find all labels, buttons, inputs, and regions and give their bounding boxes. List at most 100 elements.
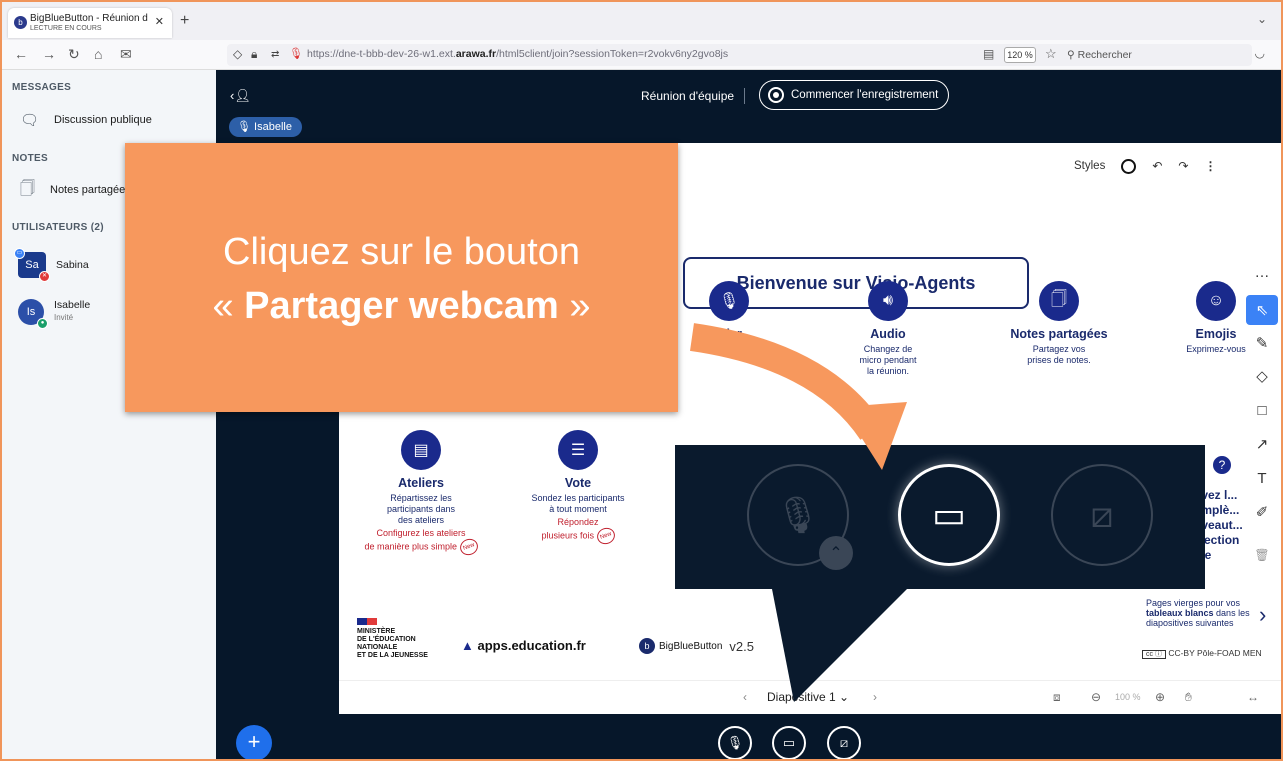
share-screen-button[interactable]: ⧄ [827, 726, 861, 759]
messages-header: MESSAGES [12, 82, 72, 93]
feature-shared-notes: 🗍︎ Notes partagées Partagez vos prises d… [989, 281, 1129, 366]
callout-line-2: « Partager webcam » [212, 285, 591, 327]
avatar: Is ● [18, 299, 48, 329]
lock-icon[interactable]: 🔒︎ [251, 47, 257, 62]
poll-icon: ☰ [558, 430, 598, 470]
pan-hand-icon[interactable]: ✋︎ [1185, 690, 1192, 705]
notes-icon: 🗍︎ [20, 179, 35, 197]
browser-nav-bar: ← → ↻ ⌂ ✉ ◇ 🔒︎ ⇄ 🎙︎ https://dne-t-bbb-de… [2, 40, 1281, 70]
back-icon[interactable]: ← [14, 46, 28, 62]
slide-navigation: ‹ Diapositive 1 ⌄ › ⧈ ⊖ 100 % ⊕ ✋︎ ↔ [339, 680, 1281, 714]
mic-icon: ● [37, 318, 48, 329]
blank-pages-note: Pages vierges pour vos tableaux blancs d… [1146, 598, 1250, 628]
url-text: https://dne-t-bbb-dev-26-w1.ext.arawa.fr… [307, 48, 729, 60]
bookmark-star-icon[interactable]: ☆ [1045, 46, 1057, 62]
microphone-icon[interactable]: 🎙︎ [289, 47, 303, 60]
callout-line-1: Cliquez sur le bouton [223, 231, 580, 273]
trash-icon[interactable]: 🗑︎ [1246, 540, 1278, 570]
divider [744, 88, 745, 104]
select-tool-icon[interactable]: ⇖ [1246, 295, 1278, 325]
share-webcam-button[interactable]: ▭ [772, 726, 806, 759]
zoomed-controls-illustration: 🎙︎ ⌃ ▭ ⧄ ? [675, 445, 1233, 589]
mail-icon[interactable]: ✉ [120, 46, 132, 63]
talking-indicator: 🎙︎ Isabelle [229, 117, 302, 137]
user-item[interactable]: Sa ▭ ✕ Sabina [14, 248, 89, 282]
user-item[interactable]: Is ● Isabelle Invité [18, 299, 90, 329]
slide-selector[interactable]: Diapositive 1 ⌄ [767, 690, 849, 704]
mic-icon: 🎙︎ [709, 281, 749, 321]
mic-off-icon: 🎙︎ [726, 735, 744, 750]
permissions-icon[interactable]: ⇄ [271, 49, 279, 60]
muted-mic-icon: ✕ [39, 271, 50, 282]
actions-plus-button[interactable]: + [236, 725, 272, 759]
ministry-logo: MINISTÈRE DE L'ÉDUCATION NATIONALE ET DE… [357, 618, 428, 660]
shield-icon[interactable]: ◇ [233, 47, 242, 61]
search-icon: ⚲ [1067, 49, 1075, 61]
styles-button[interactable]: Styles [1074, 160, 1105, 172]
tab-title: BigBlueButton - Réunion d'équip [30, 13, 148, 24]
chevron-down-icon[interactable]: ⌄ [1257, 12, 1267, 26]
feature-item: 🎙︎ ...ler [669, 281, 789, 341]
more-menu-icon[interactable]: ⋮ [1204, 159, 1216, 173]
reload-icon[interactable]: ↻ [68, 46, 80, 63]
zoomed-screen-share-icon: ⧄ [1051, 464, 1153, 566]
bbb-favicon-icon: b [14, 16, 27, 29]
arrow-tool-icon[interactable]: ↗ [1246, 429, 1278, 459]
browser-tab-bar: b BigBlueButton - Réunion d'équip LECTUR… [2, 2, 1281, 40]
eraser-icon[interactable]: ◇ [1246, 361, 1278, 391]
undo-icon[interactable]: ↶ [1152, 159, 1162, 173]
zoom-level-badge[interactable]: 120 % [1004, 47, 1036, 63]
text-tool-icon[interactable]: T [1246, 463, 1278, 493]
chat-icon: 🗨︎ [20, 112, 40, 129]
webcam-off-icon: ▭ [782, 735, 796, 750]
previous-slide-icon[interactable]: ‹ [743, 690, 747, 704]
breakout-rooms-icon: ▤ [401, 430, 441, 470]
instruction-callout: Cliquez sur le bouton « Partager webcam … [125, 143, 678, 412]
sidebar-item-shared-notes[interactable]: 🗍︎ Notes partagées [20, 178, 131, 202]
pocket-icon[interactable]: ◡ [1255, 46, 1265, 60]
address-bar[interactable]: ◇ 🔒︎ ⇄ 🎙︎ https://dne-t-bbb-dev-26-w1.ex… [227, 44, 1252, 66]
next-slide-icon[interactable]: › [873, 690, 877, 704]
slide-footer: MINISTÈRE DE L'ÉDUCATION NATIONALE ET DE… [339, 598, 1281, 680]
browser-tab[interactable]: b BigBlueButton - Réunion d'équip LECTUR… [8, 8, 172, 38]
pencil-icon[interactable]: ✎ [1246, 328, 1278, 358]
new-badge: New [594, 525, 617, 547]
fit-width-icon[interactable]: ↔ [1247, 690, 1259, 704]
home-icon[interactable]: ⌂ [94, 46, 102, 62]
chevron-up-icon: ⌃ [819, 536, 853, 570]
zoom-in-icon[interactable]: ⊕ [1155, 690, 1165, 704]
tab-subtitle: LECTURE EN COURS [30, 25, 102, 32]
rectangle-tool-icon[interactable]: □ [1246, 395, 1278, 425]
notes-header: NOTES [12, 153, 48, 164]
whiteboard-style-tools: Styles ↶ ↷ ⋮ [1074, 152, 1274, 180]
help-icon: ? [1211, 454, 1233, 476]
cc-by-icon: cc ⓘ [1142, 650, 1166, 659]
screen-share-icon: ⧄ [839, 735, 849, 750]
avatar: Sa ▭ ✕ [14, 248, 50, 282]
record-icon [768, 87, 784, 103]
reader-view-icon[interactable]: ▤ [983, 47, 994, 61]
screenshot-frame: b BigBlueButton - Réunion d'équip LECTUR… [0, 0, 1283, 761]
redo-icon[interactable]: ↷ [1178, 159, 1188, 173]
meeting-title: Réunion d'équipe [641, 89, 735, 103]
color-swatch-icon[interactable] [1121, 158, 1137, 174]
zoom-out-icon[interactable]: ⊖ [1091, 690, 1101, 704]
fit-to-width-icon[interactable]: ⧈ [1053, 690, 1061, 705]
user-list-toggle-icon[interactable]: ‹👤︎ [230, 88, 251, 104]
new-badge: New [457, 536, 480, 558]
license-text: cc ⓘ CC-BY Pôle-FOAD MEN [1142, 648, 1262, 659]
mic-icon: 🎙︎ [237, 121, 251, 133]
mute-microphone-button[interactable]: 🎙︎ [718, 726, 752, 759]
zoomed-mic-icon: 🎙︎ ⌃ [747, 464, 853, 570]
sidebar-item-public-chat[interactable]: 🗨︎ Discussion publique [20, 108, 152, 132]
new-tab-icon[interactable]: + [180, 12, 189, 30]
search-field[interactable]: ⚲ Rechercher [1067, 46, 1187, 64]
more-tools-icon[interactable]: … [1246, 257, 1278, 287]
forward-icon[interactable]: → [42, 46, 56, 62]
sticky-note-icon[interactable]: ✐ [1246, 497, 1278, 527]
close-tab-icon[interactable]: ✕ [155, 15, 164, 28]
audio-icon: 🔊︎ [868, 281, 908, 321]
notes-icon: 🗍︎ [1039, 281, 1079, 321]
zoomed-webcam-icon: ▭ [898, 464, 1000, 566]
start-recording-button[interactable]: Commencer l'enregistrement [759, 80, 949, 110]
